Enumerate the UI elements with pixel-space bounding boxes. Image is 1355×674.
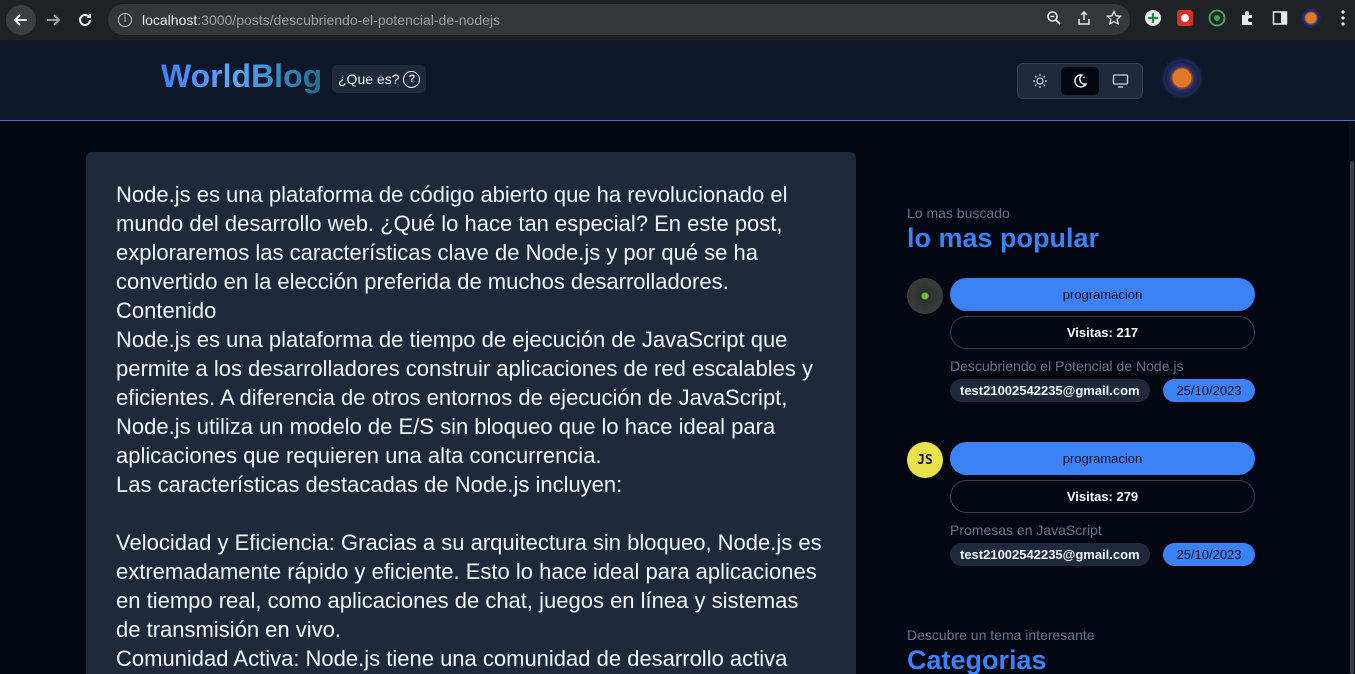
zoom-icon[interactable]	[1046, 10, 1062, 30]
back-arrow-icon[interactable]	[6, 5, 36, 35]
post-tag-badge[interactable]: programacion	[950, 442, 1255, 475]
plus-circle-icon[interactable]	[1143, 8, 1163, 28]
post-date: 25/10/2023	[1163, 543, 1255, 566]
url-host: localhost	[142, 11, 198, 28]
post-visits: Visitas: 279	[950, 480, 1255, 513]
post-author: test21002542235@gmail.com	[950, 379, 1150, 402]
site-header: WorldBlog ¿Que es? ?	[0, 40, 1355, 121]
extension-red-icon[interactable]	[1175, 8, 1195, 28]
user-avatar[interactable]	[1165, 61, 1199, 95]
popular-post-card[interactable]: programacion Visitas: 217 Descubriendo e…	[907, 278, 1257, 408]
categories-eyebrow: Descubre un tema interesante	[907, 627, 1095, 643]
post-title-link[interactable]: Descubriendo el Potencial de Node.js	[950, 358, 1183, 374]
reload-icon[interactable]	[70, 5, 100, 35]
what-is-label: ¿Que es?	[338, 71, 400, 87]
scrollbar-thumb[interactable]	[1350, 161, 1354, 674]
sidebar: Lo mas buscado lo mas popular programaci…	[907, 205, 1257, 674]
extension-green-icon[interactable]	[1207, 8, 1227, 28]
site-logo[interactable]: WorldBlog	[161, 58, 322, 95]
post-tag-badge[interactable]: programacion	[950, 278, 1255, 311]
monitor-icon[interactable]	[1101, 67, 1139, 95]
post-date: 25/10/2023	[1163, 379, 1255, 402]
star-icon[interactable]	[1105, 9, 1123, 30]
share-icon[interactable]	[1076, 10, 1092, 30]
theme-switcher	[1017, 63, 1143, 99]
page-scrollbar[interactable]	[1349, 121, 1355, 674]
audio-wave-thumbnail	[907, 278, 943, 314]
url-text: localhost:3000/posts/descubriendo-el-pot…	[142, 12, 500, 28]
url-path: :3000/posts/descubriendo-el-potencial-de…	[197, 11, 501, 28]
browser-toolbar: i localhost:3000/posts/descubriendo-el-p…	[0, 0, 1355, 40]
sidebar-icon[interactable]	[1270, 8, 1290, 28]
puzzle-icon[interactable]	[1238, 8, 1258, 28]
profile-avatar[interactable]	[1301, 8, 1321, 28]
kebab-menu-icon[interactable]	[1333, 8, 1353, 28]
question-icon: ?	[403, 70, 421, 88]
post-body: Node.js es una plataforma de código abie…	[116, 182, 822, 671]
moon-icon[interactable]	[1061, 67, 1099, 95]
info-icon[interactable]: i	[118, 12, 132, 27]
post-title-link[interactable]: Promesas en JavaScript	[950, 522, 1102, 538]
post-content-card: Node.js es una plataforma de código abie…	[86, 152, 856, 674]
popular-post-card[interactable]: JS programacion Visitas: 279 Promesas en…	[907, 442, 1257, 572]
address-bar[interactable]: i localhost:3000/posts/descubriendo-el-p…	[108, 4, 1130, 35]
categories-section: Descubre un tema interesante Categorias	[907, 627, 1257, 674]
categories-title: Categorias	[907, 645, 1047, 674]
popular-eyebrow: Lo mas buscado	[907, 205, 1010, 221]
post-visits: Visitas: 217	[950, 316, 1255, 349]
forward-arrow-icon[interactable]	[38, 5, 68, 35]
what-is-button[interactable]: ¿Que es? ?	[332, 65, 427, 93]
js-logo-thumbnail: JS	[907, 442, 943, 478]
popular-title: lo mas popular	[907, 223, 1100, 253]
post-author: test21002542235@gmail.com	[950, 543, 1150, 566]
sun-icon[interactable]	[1021, 67, 1059, 95]
